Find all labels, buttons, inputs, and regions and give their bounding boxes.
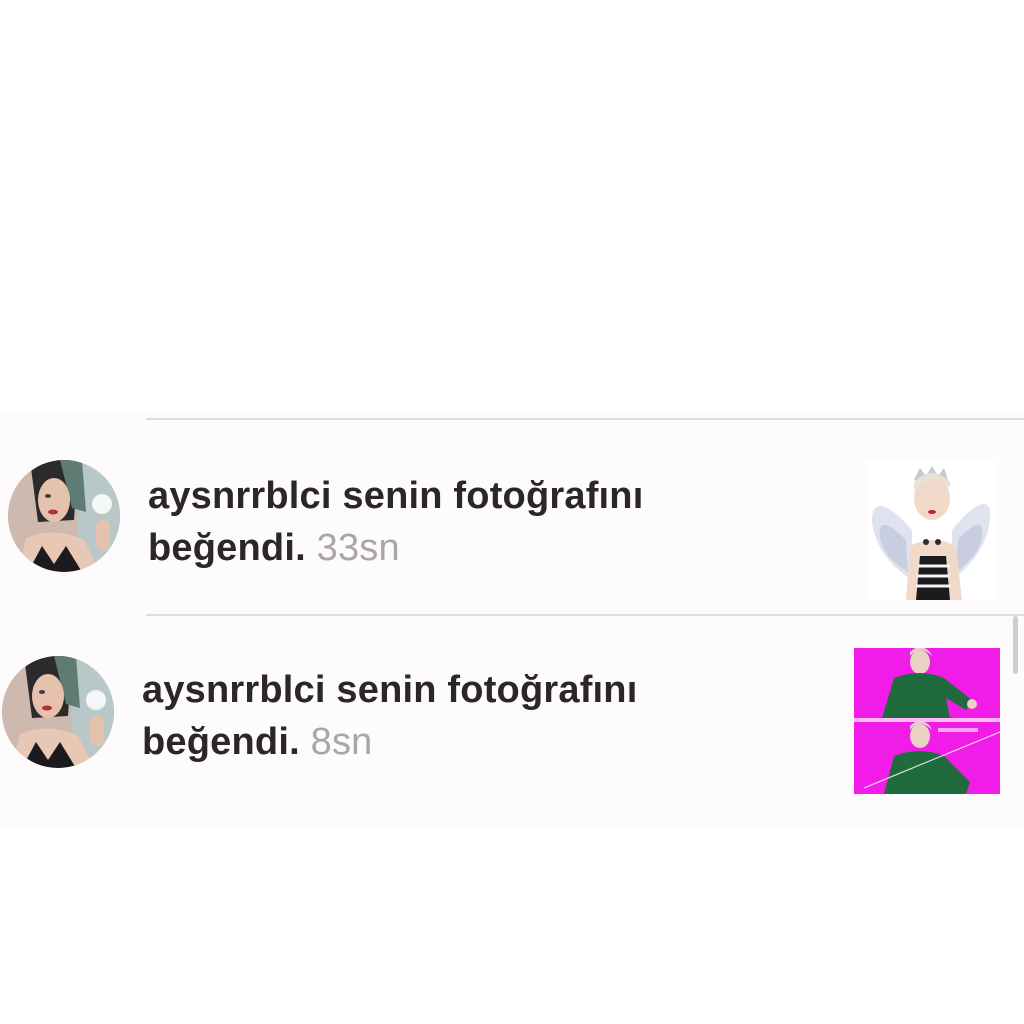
message-line-2: beğendi. <box>148 527 306 569</box>
message-line-2: beğendi. <box>142 721 300 763</box>
notification-text: aysnrrblci senin fotoğrafını beğendi. 8s… <box>142 664 782 768</box>
avatar-photo-icon <box>2 656 114 768</box>
angel-wings-photo-icon <box>866 460 996 600</box>
message-line-1: senin fotoğrafını <box>342 475 644 517</box>
avatar-photo-icon <box>8 460 120 572</box>
notification-row[interactable]: aysnrrblci senin fotoğrafını beğendi. 8s… <box>0 618 1024 808</box>
feed-divider <box>146 614 1024 616</box>
notification-row[interactable]: aysnrrblci senin fotoğrafını beğendi. 33… <box>0 420 1024 610</box>
user-avatar[interactable] <box>8 460 120 572</box>
pink-collage-photo-icon <box>854 648 1000 794</box>
timestamp: 8sn <box>310 721 373 763</box>
message-line-1: senin fotoğrafını <box>336 669 638 711</box>
timestamp: 33sn <box>316 527 400 569</box>
activity-feed: aysnrrblci senin fotoğrafını beğendi. 33… <box>0 412 1024 828</box>
user-avatar[interactable] <box>2 656 114 768</box>
username[interactable]: aysnrrblci <box>148 475 332 517</box>
notification-text: aysnrrblci senin fotoğrafını beğendi. 33… <box>148 470 788 574</box>
scrollbar-thumb[interactable] <box>1013 616 1018 674</box>
page: aysnrrblci senin fotoğrafını beğendi. 33… <box>0 0 1024 1024</box>
username[interactable]: aysnrrblci <box>142 669 326 711</box>
liked-photo-thumbnail[interactable] <box>866 460 996 600</box>
liked-photo-thumbnail[interactable] <box>854 648 1000 794</box>
